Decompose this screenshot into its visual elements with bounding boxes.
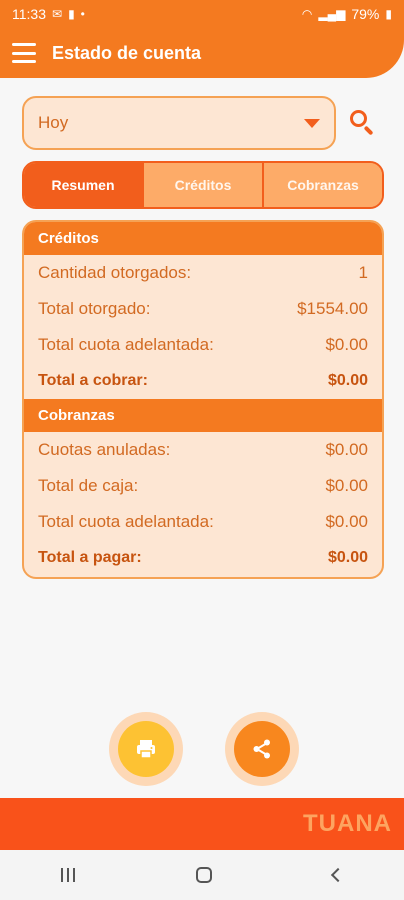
caret-down-icon xyxy=(304,118,320,128)
share-button-inner[interactable] xyxy=(234,721,290,777)
print-button-inner[interactable] xyxy=(118,721,174,777)
row-value: 1 xyxy=(358,263,368,282)
cobranzas-row: Total cuota adelantada: $0.00 xyxy=(24,504,382,540)
summary-card: Créditos Cantidad otorgados: 1 Total oto… xyxy=(22,220,384,579)
creditos-row: Cantidad otorgados: 1 xyxy=(24,255,382,291)
total-value: $0.00 xyxy=(327,549,368,566)
status-bar: 11:33 ✉ ▮ • ◠ ▂▄▆ 79% ▮ xyxy=(0,0,404,28)
search-icon[interactable] xyxy=(348,108,378,138)
row-label: Cuotas anuladas: xyxy=(38,440,171,459)
brand-logo: TUANA xyxy=(303,810,392,837)
notification-icon: ✉ xyxy=(52,7,63,21)
dot-icon: • xyxy=(80,7,85,21)
system-nav-bar xyxy=(0,850,404,900)
row-value: $0.00 xyxy=(325,512,368,531)
total-label: Total a pagar: xyxy=(38,549,142,566)
row-label: Cantidad otorgados: xyxy=(38,263,192,282)
message-icon: ▮ xyxy=(68,7,75,21)
row-value: $0.00 xyxy=(325,476,368,495)
printer-icon xyxy=(137,740,155,759)
brand-bar: TUANA xyxy=(0,798,404,850)
cobranzas-total-row: Total a pagar: $0.00 xyxy=(24,540,382,576)
battery-icon: ▮ xyxy=(385,7,392,21)
creditos-total-row: Total a cobrar: $0.00 xyxy=(24,363,382,399)
share-button[interactable] xyxy=(225,712,299,786)
total-value: $0.00 xyxy=(327,372,368,389)
row-value: $0.00 xyxy=(325,335,368,354)
creditos-row: Total otorgado: $1554.00 xyxy=(24,291,382,327)
menu-icon[interactable] xyxy=(12,43,36,63)
status-left: 11:33 ✉ ▮ • xyxy=(12,6,85,22)
period-dropdown[interactable]: Hoy xyxy=(22,96,336,150)
creditos-row: Total cuota adelantada: $0.00 xyxy=(24,327,382,363)
app-bar: Estado de cuenta xyxy=(0,28,404,78)
status-right: ◠ ▂▄▆ 79% ▮ xyxy=(302,6,392,22)
status-time: 11:33 xyxy=(12,6,46,22)
share-icon xyxy=(253,739,270,759)
row-label: Total otorgado: xyxy=(38,299,151,318)
cobranzas-row: Total de caja: $0.00 xyxy=(24,468,382,504)
tab-cobranzas[interactable]: Cobranzas xyxy=(262,163,382,207)
total-label: Total a cobrar: xyxy=(38,372,148,389)
home-icon[interactable] xyxy=(195,867,212,883)
recents-icon[interactable] xyxy=(60,868,75,882)
row-value: $1554.00 xyxy=(297,299,368,318)
cobranzas-header: Cobranzas xyxy=(24,399,382,432)
row-label: Total cuota adelantada: xyxy=(38,512,214,531)
row-label: Total cuota adelantada: xyxy=(38,335,214,354)
tab-bar: Resumen Créditos Cobranzas xyxy=(22,161,384,209)
row-label: Total de caja: xyxy=(38,476,139,495)
back-icon[interactable] xyxy=(331,867,346,883)
print-button[interactable] xyxy=(109,712,183,786)
tab-creditos[interactable]: Créditos xyxy=(142,163,262,207)
wifi-icon: ◠ xyxy=(301,7,313,21)
battery-level: 79% xyxy=(351,6,380,22)
cobranzas-row: Cuotas anuladas: $0.00 xyxy=(24,432,382,468)
filter-row: Hoy xyxy=(22,96,384,150)
signal-icon: ▂▄▆ xyxy=(318,7,346,21)
page-title: Estado de cuenta xyxy=(52,42,202,63)
tab-resumen[interactable]: Resumen xyxy=(24,163,142,207)
period-selected: Hoy xyxy=(38,113,69,132)
creditos-header: Créditos xyxy=(24,222,382,255)
row-value: $0.00 xyxy=(325,440,368,459)
